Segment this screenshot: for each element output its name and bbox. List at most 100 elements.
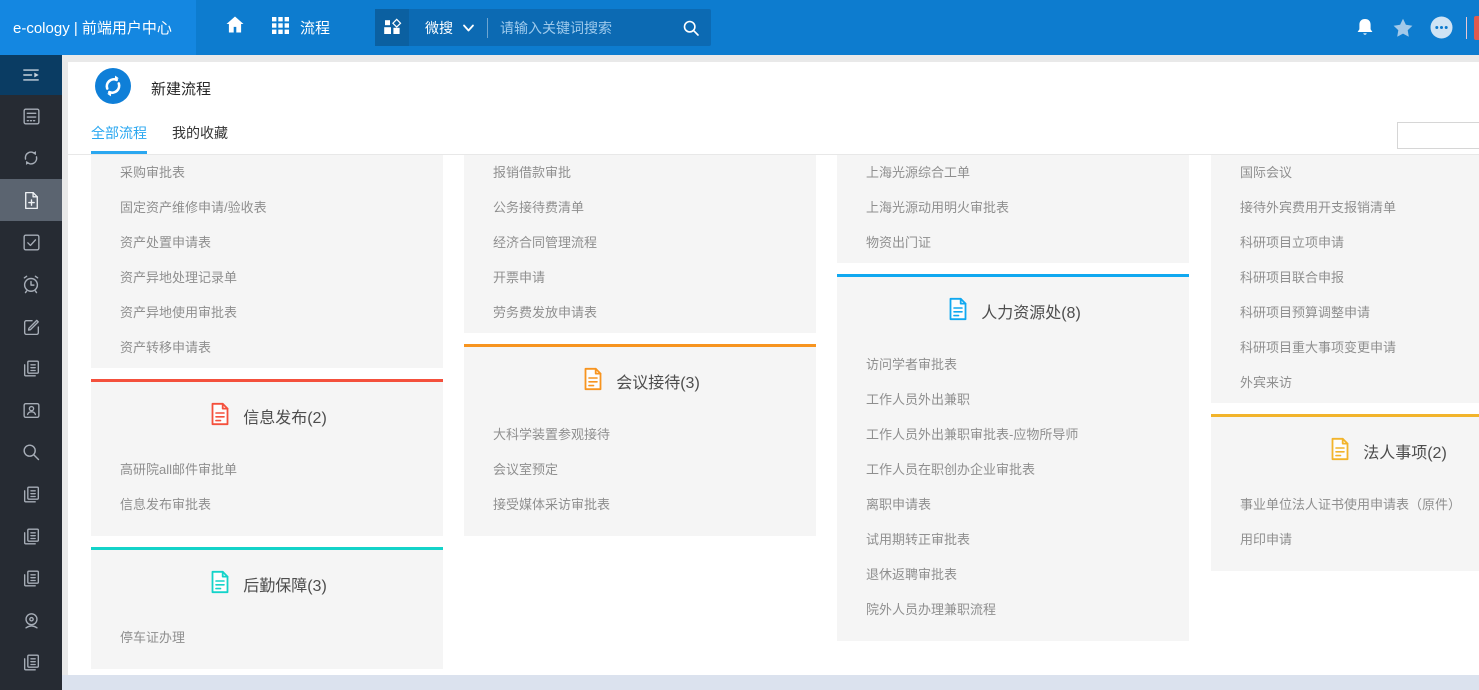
workflow-item[interactable]: 接受媒体采访审批表 — [464, 487, 816, 522]
workflow-item[interactable]: 上海光源动用明火审批表 — [837, 190, 1189, 225]
workflow-item[interactable]: 访问学者审批表 — [837, 347, 1189, 382]
keyword-search-input[interactable] — [500, 20, 681, 36]
sidebar-item-handled[interactable] — [0, 347, 62, 389]
sidebar-item-docs-2[interactable] — [0, 515, 62, 557]
content-panel: 新建流程 全部流程我的收藏 采购审批表固定资产维修申请/验收表资产处置申请表资产… — [68, 62, 1479, 675]
search-icon[interactable] — [681, 18, 701, 38]
avatar-edge[interactable] — [1474, 16, 1479, 40]
tab-all-workflows[interactable]: 全部流程 — [91, 115, 147, 154]
workflow-item[interactable]: 科研项目预算调整申请 — [1211, 295, 1479, 330]
workflow-item[interactable]: 工作人员外出兼职 — [837, 382, 1189, 417]
chevron-down-icon[interactable] — [462, 23, 475, 33]
category-header[interactable]: 后勤保障(3) — [91, 550, 443, 600]
category-card-scrolled: 上海光源综合工单上海光源动用明火审批表物资出门证 — [837, 155, 1189, 263]
category-title: 信息发布(2) — [243, 404, 327, 428]
category-header[interactable]: 法人事项(2) — [1211, 417, 1479, 467]
workflow-list: 高研院all邮件审批单信息发布审批表 — [91, 452, 443, 522]
webcam-icon — [21, 610, 42, 631]
document-icon — [580, 366, 606, 397]
document-icon — [207, 401, 233, 432]
star-icon[interactable] — [1391, 16, 1415, 40]
workflow-item[interactable]: 国际会议 — [1211, 155, 1479, 190]
sidebar-item-menu-toggle[interactable] — [0, 55, 62, 95]
sidebar-item-form[interactable] — [0, 95, 62, 137]
tab-my-favorites[interactable]: 我的收藏 — [172, 115, 228, 154]
sidebar-item-search[interactable] — [0, 431, 62, 473]
workflow-item[interactable]: 试用期转正审批表 — [837, 522, 1189, 557]
workflow-item[interactable]: 用印申请 — [1211, 522, 1479, 557]
category-column-3: 上海光源综合工单上海光源动用明火审批表物资出门证 人力资源处(8) 访问学者审批表… — [837, 155, 1189, 652]
workflow-item[interactable]: 接待外宾费用开支报销清单 — [1211, 190, 1479, 225]
workflow-item[interactable]: 院外人员办理兼职流程 — [837, 592, 1189, 627]
global-search-bar: 微搜 — [375, 9, 711, 46]
workflow-list: 报销借款审批公务接待费清单经济合同管理流程开票申请劳务费发放申请表 — [464, 155, 816, 330]
workflow-item[interactable]: 上海光源综合工单 — [837, 155, 1189, 190]
sidebar-item-todo[interactable] — [0, 221, 62, 263]
sidebar-item-new-workflow[interactable] — [0, 179, 62, 221]
grid-menu-icon — [270, 15, 291, 40]
bell-icon[interactable] — [1353, 16, 1377, 40]
sidebar-item-draft[interactable] — [0, 305, 62, 347]
category-card: 会议接待(3) 大科学装置参观接待会议室预定接受媒体采访审批表 — [464, 344, 816, 536]
workflow-item[interactable]: 经济合同管理流程 — [464, 225, 816, 260]
sidebar-item-contacts[interactable] — [0, 389, 62, 431]
workflow-item[interactable]: 离职申请表 — [837, 487, 1189, 522]
workflow-item[interactable]: 科研项目联合申报 — [1211, 260, 1479, 295]
workflow-item[interactable]: 报销借款审批 — [464, 155, 816, 190]
workflow-item[interactable]: 资产异地使用审批表 — [91, 295, 443, 330]
workflow-categories: 采购审批表固定资产维修申请/验收表资产处置申请表资产异地处理记录单资产异地使用审… — [68, 155, 1479, 675]
category-header[interactable]: 会议接待(3) — [464, 347, 816, 397]
category-column-2: 报销借款审批公务接待费清单经济合同管理流程开票申请劳务费发放申请表 会议接待(3… — [464, 155, 816, 547]
workflow-item[interactable]: 采购审批表 — [91, 155, 443, 190]
sidebar-item-pending[interactable] — [0, 263, 62, 305]
workflow-item[interactable]: 大科学装置参观接待 — [464, 417, 816, 452]
menu-toggle-icon — [20, 64, 42, 86]
search-scope-icon[interactable] — [375, 9, 409, 46]
category-card: 人力资源处(8) 访问学者审批表工作人员外出兼职工作人员外出兼职审批表-应物所导师… — [837, 274, 1189, 641]
sidebar-item-docs-1[interactable] — [0, 473, 62, 515]
sidebar-item-docs-4[interactable] — [0, 641, 62, 683]
horizontal-scrollbar[interactable] — [62, 675, 1479, 690]
workflow-item[interactable]: 外宾来访 — [1211, 365, 1479, 400]
left-sidebar — [0, 55, 62, 690]
workflow-item[interactable]: 高研院all邮件审批单 — [91, 452, 443, 487]
search-scope-label[interactable]: 微搜 — [425, 18, 453, 38]
filter-search-input[interactable] — [1397, 122, 1479, 149]
page-header: 新建流程 — [68, 62, 1479, 115]
nav-process[interactable]: 流程 — [270, 15, 330, 40]
workflow-item[interactable]: 公务接待费清单 — [464, 190, 816, 225]
sidebar-item-workflow-sync[interactable] — [0, 137, 62, 179]
workflow-item[interactable]: 资产处置申请表 — [91, 225, 443, 260]
workflow-item[interactable]: 退休返聘审批表 — [837, 557, 1189, 592]
edit-icon — [21, 316, 42, 337]
workflow-item[interactable]: 停车证办理 — [91, 620, 443, 655]
workflow-item[interactable]: 资产异地处理记录单 — [91, 260, 443, 295]
category-title: 法人事项(2) — [1363, 439, 1447, 463]
workflow-item[interactable]: 科研项目重大事项变更申请 — [1211, 330, 1479, 365]
workflow-item[interactable]: 会议室预定 — [464, 452, 816, 487]
workflow-item[interactable]: 资产转移申请表 — [91, 330, 443, 365]
document-icon — [945, 296, 971, 327]
workflow-list: 上海光源综合工单上海光源动用明火审批表物资出门证 — [837, 155, 1189, 260]
workflow-item[interactable]: 事业单位法人证书使用申请表（原件） — [1211, 487, 1479, 522]
category-header[interactable]: 信息发布(2) — [91, 382, 443, 432]
workflow-item[interactable]: 信息发布审批表 — [91, 487, 443, 522]
ellipsis-circle-icon[interactable] — [1429, 15, 1454, 40]
category-card: 法人事项(2) 事业单位法人证书使用申请表（原件）用印申请 — [1211, 414, 1479, 571]
category-header[interactable]: 人力资源处(8) — [837, 277, 1189, 327]
sidebar-item-docs-3[interactable] — [0, 557, 62, 599]
workflow-item[interactable]: 固定资产维修申请/验收表 — [91, 190, 443, 225]
workflow-list: 访问学者审批表工作人员外出兼职工作人员外出兼职审批表-应物所导师工作人员在职创办… — [837, 347, 1189, 627]
workflow-item[interactable]: 开票申请 — [464, 260, 816, 295]
workflow-item[interactable]: 科研项目立项申请 — [1211, 225, 1479, 260]
workflow-item[interactable]: 物资出门证 — [837, 225, 1189, 260]
home-button[interactable] — [224, 14, 246, 41]
brand-logo: e-cology | 前端用户中心 — [0, 0, 196, 55]
sidebar-item-monitor[interactable] — [0, 599, 62, 641]
category-title: 后勤保障(3) — [243, 572, 327, 596]
workflow-item[interactable]: 工作人员外出兼职审批表-应物所导师 — [837, 417, 1189, 452]
workflow-item[interactable]: 工作人员在职创办企业审批表 — [837, 452, 1189, 487]
workflow-item[interactable]: 劳务费发放申请表 — [464, 295, 816, 330]
copy-icon — [21, 358, 42, 379]
page-title: 新建流程 — [151, 78, 211, 99]
